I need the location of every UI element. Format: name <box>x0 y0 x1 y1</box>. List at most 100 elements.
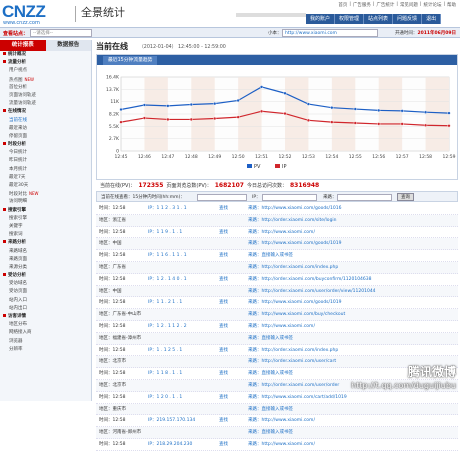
row-referrer[interactable]: 来路：直接输入或书签 <box>248 333 293 345</box>
domain-input[interactable] <box>337 193 392 201</box>
tab-reports[interactable]: 统计报表 <box>0 40 46 51</box>
nav-tab[interactable]: 我的账户 <box>306 14 336 24</box>
sidebar-item[interactable]: 流量访问轨迹 <box>0 100 91 108</box>
row-ip[interactable]: IP：218.29.204.230 <box>148 439 192 451</box>
sidebar-item[interactable]: 搜索引擎 <box>0 215 91 223</box>
row-lookup-link[interactable]: 查找 <box>219 321 228 333</box>
row-referrer[interactable]: 来路：http://order.xiaomi.com/user/order/vi… <box>248 286 376 298</box>
row-lookup-link[interactable]: 查找 <box>219 203 228 215</box>
row-ip[interactable]: IP：1 1 6 . 1 1 . 1 <box>148 250 187 262</box>
row-referrer[interactable]: 来路：http://order.xiaomi.com/buyconfirm/11… <box>248 274 372 286</box>
row-referrer[interactable]: 来路：http://www.xiaomi.com/goods/1019 <box>248 238 342 250</box>
site-domain[interactable]: http://www.xiaomi.com <box>282 29 378 37</box>
top-link[interactable]: 统计论坛 <box>423 2 441 8</box>
row-referrer[interactable]: 来路：http://www.xiaomi.com/ <box>248 415 315 427</box>
sidebar-item[interactable]: 今日统计 <box>0 149 91 157</box>
sidebar-item[interactable]: 受访域名 <box>0 280 91 288</box>
row-ip[interactable]: IP：1 1 8 . 1 . 1 <box>148 368 182 380</box>
sidebar-item[interactable]: 关键字 <box>0 223 91 231</box>
sidebar-item[interactable]: 站内出口 <box>0 305 91 313</box>
row-lookup-link[interactable]: 查找 <box>219 345 228 357</box>
chart-tab[interactable]: 最近15分钟流量趋势 <box>103 56 158 65</box>
sidebar-group[interactable]: 在线情况 <box>0 108 91 116</box>
sidebar-group[interactable]: 访客详情 <box>0 313 91 321</box>
top-link[interactable]: 首页 <box>338 2 347 8</box>
row-lookup-link[interactable]: 查找 <box>219 415 228 427</box>
tab-data-report[interactable]: 数据报告 <box>45 40 91 51</box>
row-referrer[interactable]: 来路：http://order.xiaomi.com/index.php <box>248 262 338 274</box>
sidebar-item[interactable]: 地区分布 <box>0 321 91 329</box>
row-referrer[interactable]: 来路：http://www.xiaomi.com/ <box>248 439 315 451</box>
sidebar-item[interactable]: 最近来访 <box>0 125 91 133</box>
sidebar-item[interactable]: 页面访问轨迹 <box>0 92 91 100</box>
row-referrer[interactable]: 来路：http://www.xiaomi.com/ <box>248 321 315 333</box>
nav-tab[interactable]: 站点列表 <box>364 14 394 24</box>
sidebar-item[interactable]: 来路页面 <box>0 256 91 264</box>
row-lookup-link[interactable]: 查找 <box>219 439 228 451</box>
row-referrer[interactable]: 来路：http://www.xiaomi.com/goods/1016 <box>248 203 342 215</box>
sidebar-item[interactable]: 最近7天 <box>0 174 91 182</box>
sidebar-item[interactable]: 访问明细 <box>0 198 91 206</box>
row-referrer[interactable]: 来路：http://order.xiaomi.com/user/order <box>248 380 339 392</box>
top-link[interactable]: 常见问题 <box>400 2 418 8</box>
query-button[interactable]: 查询 <box>397 193 414 201</box>
row-lookup-link[interactable]: 查找 <box>219 227 228 239</box>
sidebar-item[interactable]: 热点图 NEW <box>0 76 91 84</box>
top-link[interactable]: 广告服务 <box>353 2 371 8</box>
row-referrer[interactable]: 来路：http://www.xiaomi.com/ <box>248 227 315 239</box>
site-select[interactable]: --请选择-- <box>30 29 92 37</box>
row-referrer[interactable]: 来路：http://www.xiaomi.com/goods/1019 <box>248 297 342 309</box>
sidebar-item[interactable]: 来源分类 <box>0 264 91 272</box>
row-referrer[interactable]: 来路：http://order.xiaomi.com/user/cart <box>248 356 336 368</box>
sidebar-item[interactable]: 站内入口 <box>0 297 91 305</box>
row-ip[interactable]: IP：1 . 1 2 5 . 1 <box>148 345 182 357</box>
row-ip[interactable]: IP：1 1 2 . 3 1 . 1 <box>148 203 187 215</box>
top-link[interactable]: 广告统计 <box>376 2 394 8</box>
sidebar-item[interactable]: 停留页面 <box>0 133 91 141</box>
ip-input[interactable] <box>262 193 317 201</box>
sidebar-item[interactable]: 本月统计 <box>0 166 91 174</box>
nav-tab[interactable]: 问题反馈 <box>393 14 423 24</box>
sidebar-item[interactable]: 来路域名 <box>0 248 91 256</box>
sidebar-group[interactable]: 搜索引擎 <box>0 207 91 215</box>
row-ip[interactable]: IP：1 2 . 1 4 0 . 1 <box>148 274 187 286</box>
row-referrer[interactable]: 来路：http://order.xiaomi.com/index.php <box>248 345 338 357</box>
row-lookup-link[interactable]: 查找 <box>219 250 228 262</box>
row-ip[interactable]: IP：1 2 0 . 1 . 1 <box>148 392 182 404</box>
row-ip[interactable]: IP：1 1 9 . 1 . 1 <box>148 227 182 239</box>
row-referrer[interactable]: 来路：http://www.xiaomi.com/cart/add/1019 <box>248 392 347 404</box>
row-lookup-link[interactable]: 查找 <box>219 297 228 309</box>
sidebar-item[interactable]: 网络接入商 <box>0 329 91 337</box>
row-referrer[interactable]: 来路：直接输入或书签 <box>248 368 293 380</box>
sidebar-item[interactable]: 浏览器 <box>0 338 91 346</box>
row-ip[interactable]: IP：1 2 . 1 1 2 . 2 <box>148 321 187 333</box>
sidebar-item[interactable]: 时段对比 NEW <box>0 190 91 198</box>
sidebar-item[interactable]: 受访页面 <box>0 288 91 296</box>
sidebar-group[interactable]: 时段分析 <box>0 141 91 149</box>
sidebar-item[interactable]: 昨日统计 <box>0 157 91 165</box>
sidebar-item[interactable]: 用户视点 <box>0 67 91 75</box>
sidebar-item[interactable]: 搜索词 <box>0 231 91 239</box>
sidebar-group[interactable]: 来路分析 <box>0 239 91 247</box>
nav-tab[interactable]: 退出 <box>422 14 442 24</box>
sidebar-item[interactable]: 当前在线 <box>0 117 91 125</box>
sidebar-group[interactable]: 统计概况 <box>0 51 91 59</box>
row-lookup-link[interactable]: 查找 <box>219 274 228 286</box>
nav-tab[interactable]: 权限管理 <box>335 14 365 24</box>
row-lookup-link[interactable]: 查找 <box>219 392 228 404</box>
logo[interactable]: CNZZ <box>2 3 46 20</box>
sidebar-group[interactable]: 受访分析 <box>0 272 91 280</box>
sidebar-group[interactable]: 流量分析 <box>0 59 91 67</box>
row-referrer[interactable]: 来路：http://order.xiaomi.com/site/login <box>248 215 337 227</box>
row-ip[interactable]: IP：1 1 . 2 1 . 1 <box>148 297 182 309</box>
sidebar-item[interactable]: 最近30天 <box>0 182 91 190</box>
row-lookup-link[interactable]: 查找 <box>219 368 228 380</box>
row-referrer[interactable]: 来路：直接输入或书签 <box>248 404 293 416</box>
sidebar-item[interactable]: 分辨率 <box>0 346 91 354</box>
row-referrer[interactable]: 来路：直接输入或书签 <box>248 427 293 439</box>
row-referrer[interactable]: 来路：http://www.xiaomi.com/buy/checkout <box>248 309 345 321</box>
row-ip[interactable]: IP：219.157.170.134 <box>148 415 195 427</box>
top-link[interactable]: 帮助 <box>447 2 456 8</box>
row-referrer[interactable]: 来路：直接输入或书签 <box>248 250 293 262</box>
time-input[interactable] <box>197 193 247 201</box>
